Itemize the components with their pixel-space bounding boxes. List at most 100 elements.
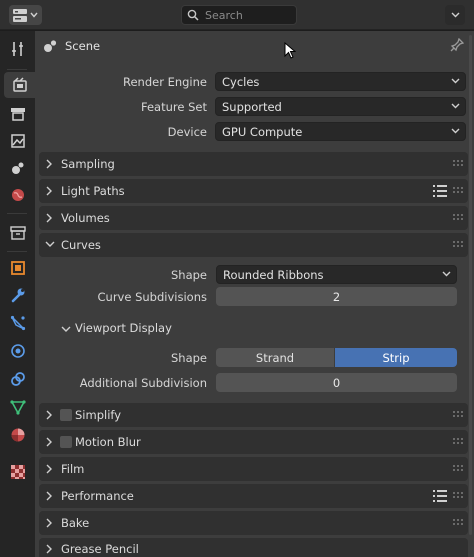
- feature-set-value: Supported: [222, 99, 282, 114]
- chevron-down-icon: [451, 78, 460, 84]
- strand-option[interactable]: Strand: [216, 348, 335, 367]
- curve-subdivisions-label: Curve Subdivisions: [97, 290, 207, 304]
- drag-handle-icon[interactable]: [453, 241, 463, 248]
- object-tab[interactable]: [4, 255, 32, 281]
- chevron-down-icon: [30, 12, 38, 18]
- render-engine-label: Render Engine: [122, 75, 207, 89]
- chevron-right-icon: [46, 437, 52, 447]
- chevron-right-icon: [46, 464, 52, 474]
- mouse-cursor-icon: [284, 42, 296, 59]
- curve-subdivisions-value: 2: [332, 289, 341, 304]
- collection-icon: [10, 226, 26, 240]
- texture-tab[interactable]: [4, 459, 32, 485]
- scene-tab[interactable]: [4, 155, 32, 181]
- device-label: Device: [167, 125, 207, 139]
- presets-list-icon[interactable]: [433, 185, 447, 197]
- context-title: Scene: [65, 39, 101, 53]
- chevron-right-icon: [46, 491, 52, 501]
- chevron-right-icon: [46, 544, 52, 554]
- grease-pencil-panel-header[interactable]: Grease Pencil: [39, 538, 468, 557]
- simplify-label: Simplify: [75, 408, 122, 422]
- context-row: Scene: [35, 31, 474, 61]
- data-icon: [10, 400, 26, 415]
- search-placeholder: Search: [205, 8, 243, 22]
- chevron-down-icon: [451, 103, 460, 109]
- simplify-checkbox[interactable]: [60, 409, 72, 421]
- film-label: Film: [61, 462, 85, 476]
- drag-handle-icon[interactable]: [453, 438, 463, 445]
- world-tab[interactable]: [4, 182, 32, 208]
- chevron-down-icon: [451, 128, 460, 134]
- volumes-panel-header[interactable]: Volumes: [39, 206, 468, 230]
- bake-panel-header[interactable]: Bake: [39, 511, 468, 535]
- tool-tab[interactable]: [4, 36, 32, 62]
- feature-set-dropdown[interactable]: Supported: [215, 97, 466, 116]
- volumes-label: Volumes: [61, 211, 110, 225]
- viewport-shape-toggle: Strand Strip: [216, 348, 457, 367]
- bake-label: Bake: [61, 516, 90, 530]
- motion-blur-checkbox[interactable]: [60, 436, 72, 448]
- render-engine-value: Cycles: [222, 74, 260, 89]
- render-tab[interactable]: [4, 72, 35, 98]
- chevron-right-icon: [46, 213, 52, 223]
- chevron-right-icon: [46, 518, 52, 528]
- constraints-tab[interactable]: [4, 366, 32, 392]
- motion-blur-panel-header[interactable]: Motion Blur: [39, 430, 468, 454]
- chevron-down-icon: [451, 12, 459, 18]
- device-value: GPU Compute: [222, 124, 303, 139]
- feature-set-label: Feature Set: [141, 100, 207, 114]
- drag-handle-icon[interactable]: [453, 411, 463, 418]
- presets-list-icon[interactable]: [433, 490, 447, 502]
- sampling-label: Sampling: [61, 157, 115, 171]
- curve-subdivisions-field[interactable]: 2: [216, 287, 457, 306]
- pin-icon[interactable]: [450, 38, 464, 52]
- data-tab[interactable]: [4, 394, 32, 420]
- particles-tab[interactable]: [4, 310, 32, 336]
- drag-handle-icon[interactable]: [453, 160, 463, 167]
- chevron-right-icon: [46, 410, 52, 420]
- view-layer-tab[interactable]: [4, 128, 32, 154]
- curves-shape-label: Shape: [170, 268, 207, 282]
- output-tab[interactable]: [4, 101, 32, 127]
- simplify-panel-header[interactable]: Simplify: [39, 403, 468, 427]
- object-icon: [11, 261, 25, 275]
- drag-handle-icon[interactable]: [453, 465, 463, 472]
- drag-handle-icon[interactable]: [453, 492, 463, 499]
- drag-handle-icon[interactable]: [453, 214, 463, 221]
- device-dropdown[interactable]: GPU Compute: [215, 122, 466, 141]
- header-options-button[interactable]: [445, 5, 465, 25]
- viewport-display-subpanel-header[interactable]: Viewport Display: [57, 317, 261, 339]
- additional-subdivision-value: 0: [332, 375, 341, 390]
- view-layer-icon: [11, 134, 25, 148]
- physics-tab[interactable]: [4, 338, 32, 364]
- film-panel-header[interactable]: Film: [39, 457, 468, 481]
- material-icon: [11, 428, 25, 442]
- texture-icon: [11, 465, 25, 479]
- search-input[interactable]: Search: [181, 5, 297, 25]
- viewport-display-label: Viewport Display: [75, 321, 172, 335]
- curves-panel-header[interactable]: Curves: [39, 233, 468, 257]
- collection-tab[interactable]: [4, 220, 32, 246]
- editor-type-button[interactable]: [9, 5, 42, 25]
- chevron-down-icon: [442, 271, 451, 277]
- chevron-down-icon: [45, 241, 55, 247]
- material-tab[interactable]: [4, 422, 32, 448]
- drag-handle-icon[interactable]: [453, 187, 463, 194]
- sampling-panel-header[interactable]: Sampling: [39, 152, 468, 176]
- scrollbar[interactable]: [469, 31, 472, 551]
- light-paths-panel-header[interactable]: Light Paths: [39, 179, 468, 203]
- modifier-tab[interactable]: [4, 282, 32, 308]
- particles-icon: [10, 315, 26, 331]
- strip-option[interactable]: Strip: [335, 348, 457, 367]
- performance-panel-header[interactable]: Performance: [39, 484, 468, 508]
- additional-subdivision-field[interactable]: 0: [216, 373, 457, 392]
- wrench-icon: [11, 288, 25, 303]
- curves-shape-dropdown[interactable]: Rounded Ribbons: [216, 265, 457, 284]
- properties-tab-strip: [0, 31, 35, 557]
- render-engine-dropdown[interactable]: Cycles: [215, 72, 466, 91]
- drag-handle-icon[interactable]: [453, 519, 463, 526]
- grease-pencil-label: Grease Pencil: [61, 542, 139, 556]
- curves-shape-value: Rounded Ribbons: [223, 267, 324, 282]
- tool-icon: [12, 42, 23, 56]
- light-paths-label: Light Paths: [61, 184, 125, 198]
